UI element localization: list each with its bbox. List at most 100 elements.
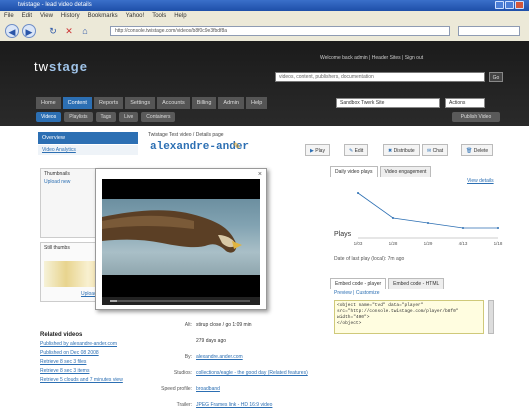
meta-label: Alt:	[184, 322, 192, 328]
breadcrumb: Twistage Test video / Details page	[148, 132, 224, 138]
subtab-containers[interactable]: Containers	[141, 112, 176, 122]
analytics-tab[interactable]: Video engagement	[379, 166, 432, 177]
y-axis-label: Plays	[334, 231, 352, 238]
eagle-image	[102, 210, 242, 253]
meta-value[interactable]: JPEG Frames link - HD 16:9 video	[196, 402, 272, 408]
edit-button[interactable]: ✎ Edit	[344, 144, 369, 156]
home-icon[interactable]: ⌂	[78, 24, 92, 38]
site-select[interactable]: Sandbox Twerk Site	[336, 98, 440, 108]
video-frame	[102, 199, 260, 275]
video-progress-fill	[110, 300, 117, 302]
browser-nav-bar: ◀ ▶ ↻ ✕ ⌂ http://console.twistage.com/vi…	[0, 21, 529, 42]
delete-button[interactable]: 🗑 Delete	[461, 144, 494, 156]
play-label: Play	[315, 148, 325, 154]
browser-title: twistage - lead video details	[18, 2, 92, 8]
meta-label: By:	[184, 354, 192, 360]
twistage-logo[interactable]: twstage	[34, 59, 88, 74]
video-player[interactable]	[102, 179, 260, 297]
subtab-tags[interactable]: Tags	[95, 112, 117, 122]
embed-tab[interactable]: Embed code - player	[330, 278, 387, 289]
video-preview-popup: ×	[95, 168, 267, 310]
close-window-button[interactable]	[515, 1, 524, 9]
meta-value[interactable]: broadband	[196, 386, 220, 392]
embed-code-textarea[interactable]: <object name="tvd" data="player" src="ht…	[334, 300, 484, 334]
data-point	[462, 227, 464, 229]
related-videos-title: Related videos	[40, 332, 83, 338]
data-point	[497, 227, 499, 229]
subtab-videos[interactable]: Videos	[36, 112, 62, 122]
analytics-tab[interactable]: Daily video plays	[330, 166, 378, 177]
meta-value: stirup close / go 1:09 min	[196, 322, 252, 328]
related-video-link[interactable]: Published on Dec 08 2008	[40, 350, 136, 356]
meta-value[interactable]: alexandre.ander.com	[196, 354, 243, 360]
forward-icon[interactable]: ▶	[22, 24, 36, 38]
related-video-link[interactable]: Published by alexandre-ander.com	[40, 341, 136, 347]
menu-item-edit[interactable]: Edit	[22, 13, 32, 19]
reload-icon[interactable]: ↻	[46, 24, 60, 38]
subtab-playlists[interactable]: Playlists	[64, 112, 93, 122]
user-account-line[interactable]: Welcome back admin | Header Sites | Sign…	[320, 55, 423, 61]
chat-button[interactable]: ✉ Chat	[422, 144, 449, 156]
tab-accounts[interactable]: Accounts	[157, 97, 190, 109]
embed-code-scrollbar[interactable]	[488, 300, 494, 334]
video-progress-bar[interactable]	[110, 300, 250, 302]
meta-value: 279 days ago	[196, 338, 227, 344]
tab-content[interactable]: Content	[62, 97, 92, 109]
site-search-go-button[interactable]: Go	[489, 72, 503, 82]
menu-item-bookmarks[interactable]: Bookmarks	[88, 13, 118, 19]
related-videos: Related videos Published by alexandre-an…	[40, 332, 136, 386]
embed-code-panel: Embed code - player Embed code - HTML Pre…	[330, 278, 508, 348]
related-video-link[interactable]: Retrieve 5 clouds and 7 minutes view	[40, 377, 136, 383]
x-tick-label: 1/03	[354, 241, 363, 246]
x-tick-label: 4/13	[459, 241, 468, 246]
publish-video-button[interactable]: Publish Video	[452, 112, 500, 122]
meta-label: Speed profile:	[161, 386, 192, 392]
chat-label: Chat	[432, 148, 444, 154]
embed-links[interactable]: Preview | Customize	[334, 290, 379, 296]
subtab-live[interactable]: Live	[119, 112, 139, 122]
sidebar-item-video-analytics[interactable]: Video Analytics	[38, 145, 138, 155]
tab-help[interactable]: Help	[245, 97, 268, 109]
maximize-button[interactable]	[505, 1, 514, 9]
actions-select[interactable]: Actions	[445, 98, 485, 108]
related-video-link[interactable]: Retrieve 8 sec 3 files	[40, 359, 136, 365]
still-thumbs-label: Still thumbs	[44, 245, 70, 251]
content-subtabs: Videos Playlists Tags Live Containers	[36, 112, 178, 122]
related-video-link[interactable]: Retrieve 8 sec 3 items	[40, 368, 136, 374]
data-point	[357, 192, 359, 194]
stop-icon[interactable]: ✕	[62, 24, 76, 38]
browser-search-input[interactable]	[458, 26, 520, 36]
sidebar-item-overview[interactable]: Overview	[38, 132, 138, 144]
play-button[interactable]: ▶ Play	[305, 144, 330, 156]
distribute-button[interactable]: ✖ Distribute	[383, 144, 420, 156]
tab-admin[interactable]: Admin	[218, 97, 244, 109]
menu-item-help[interactable]: Help	[174, 13, 186, 19]
meta-value[interactable]: collections/eagle - the good day (Relate…	[196, 370, 308, 376]
edit-title-icon[interactable]: ✎	[233, 141, 241, 152]
daily-plays-chart: 1/03 1/28 1/29 4/13 1/18 Plays	[334, 192, 503, 246]
menu-item-file[interactable]: File	[4, 13, 14, 19]
tab-billing[interactable]: Billing	[191, 97, 217, 109]
site-search-input[interactable]: videos, content, publishers, documentati…	[275, 72, 485, 82]
menu-item-history[interactable]: History	[61, 13, 80, 19]
tab-reports[interactable]: Reports	[93, 97, 124, 109]
thumbnails-label: Thumbnails	[44, 171, 70, 177]
embed-tab[interactable]: Embed code - HTML	[388, 278, 445, 289]
tab-home[interactable]: Home	[36, 97, 61, 109]
close-icon[interactable]: ×	[258, 171, 262, 178]
x-tick-label: 1/28	[389, 241, 398, 246]
menu-item-view[interactable]: View	[40, 13, 53, 19]
menu-item-yahoo[interactable]: Yahoo!	[126, 13, 145, 19]
data-point	[427, 222, 429, 224]
browser-title-bar: twistage - lead video details	[0, 0, 529, 11]
tab-settings[interactable]: Settings	[125, 97, 156, 109]
x-tick-label: 1/18	[494, 241, 503, 246]
analytics-panel: Daily video plays Video engagement View d…	[330, 166, 508, 386]
minimize-button[interactable]	[495, 1, 504, 9]
embed-tabs: Embed code - player Embed code - HTML	[330, 278, 446, 289]
main-nav-tabs: Home Content Reports Settings Accounts Billin…	[36, 97, 269, 109]
upload-thumb-link[interactable]: Upload new	[44, 179, 70, 185]
menu-item-tools[interactable]: Tools	[152, 13, 166, 19]
address-bar[interactable]: http://console.twistage.com/videos/b8f0c…	[110, 26, 450, 36]
back-icon[interactable]: ◀	[5, 24, 19, 38]
